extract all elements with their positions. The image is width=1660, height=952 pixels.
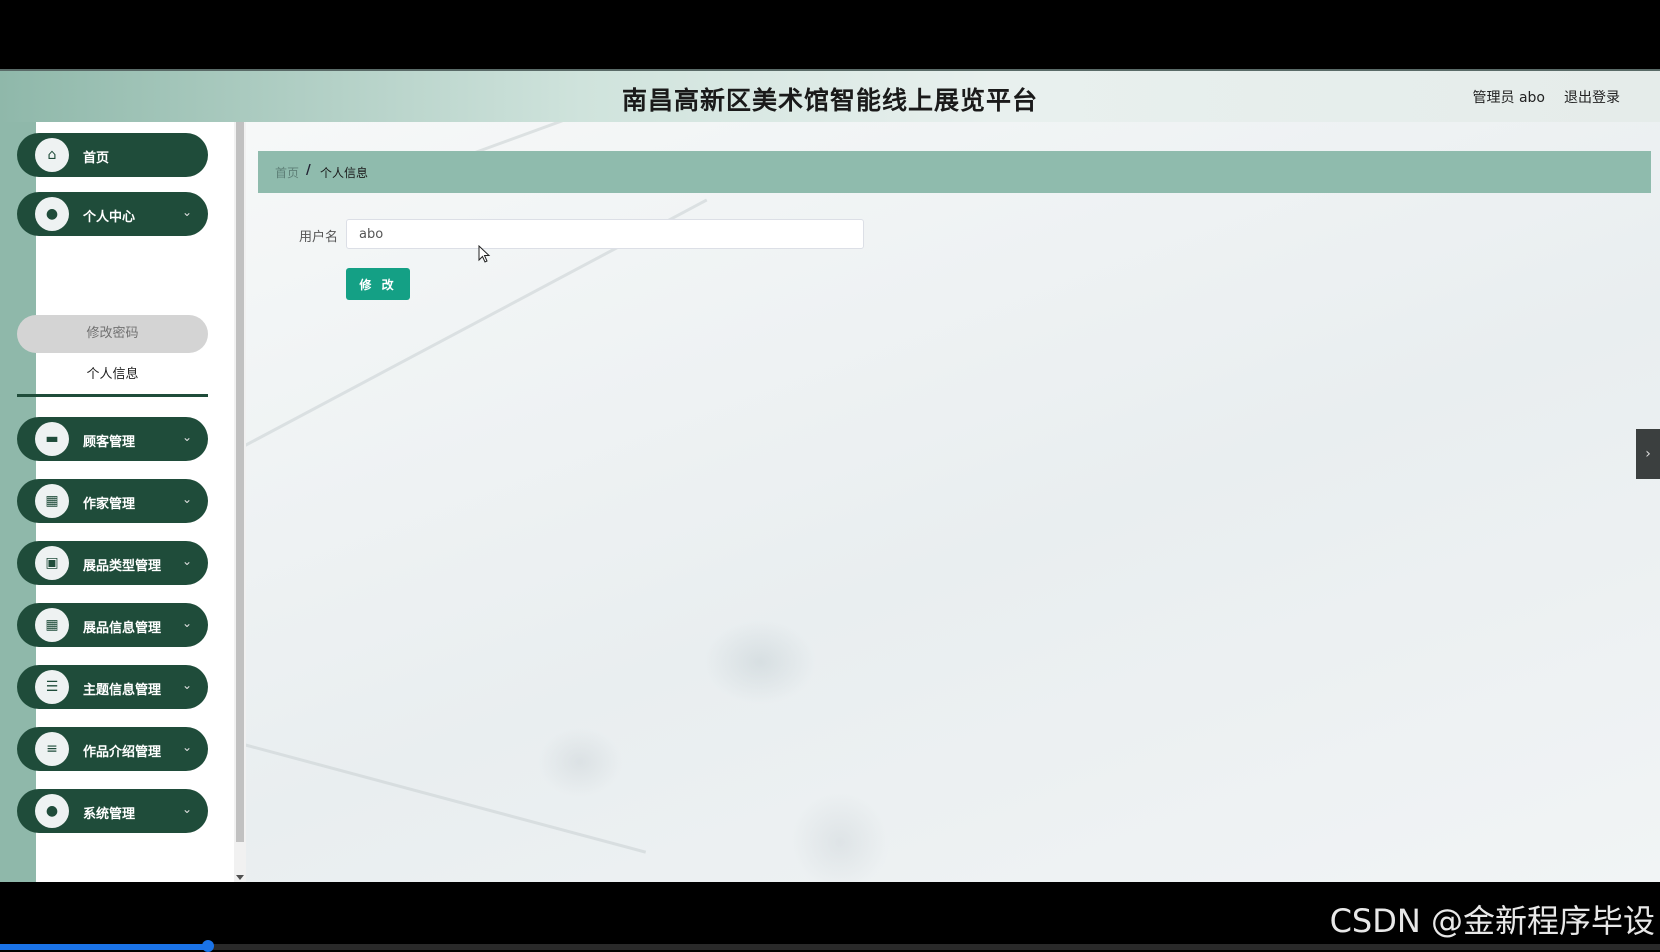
chevron-down-icon: ⌄: [181, 678, 192, 692]
breadcrumb-home[interactable]: 首页: [275, 164, 299, 181]
sidebar-item-label: 系统管理: [83, 807, 136, 822]
chevron-down-icon: ⌄: [181, 492, 192, 506]
video-progress-fill: [0, 944, 208, 950]
sidebar-scrollbar[interactable]: [234, 122, 246, 882]
user-icon: ●: [35, 197, 69, 231]
briefcase-icon: ▣: [35, 546, 69, 580]
breadcrumb: 首页 / 个人信息: [258, 151, 1651, 193]
modify-button[interactable]: 修 改: [346, 268, 410, 300]
chevron-down-icon: ⌄: [181, 554, 192, 568]
app-window: 南昌高新区美术馆智能线上展览平台 管理员 abo 退出登录 ⌂ 首页 ● 个人中…: [0, 69, 1660, 882]
sidebar-item-label: 顾客管理: [83, 435, 136, 450]
watermark: CSDN @金新程序毕设: [1329, 902, 1655, 940]
sidebar: ⌂ 首页 ● 个人中心 ⌄ 修改密码 个人信息 ▬ 顾客管理 ⌄ ▦ 作家管理 …: [17, 122, 234, 882]
submenu-personal-info[interactable]: 个人信息: [17, 356, 208, 397]
customer-icon: ▬: [35, 422, 69, 456]
username-label: 用户名: [299, 230, 339, 245]
grid-icon: ▦: [35, 484, 69, 518]
video-progress-bar[interactable]: [0, 940, 1660, 952]
sidebar-item-label: 展品类型管理: [83, 559, 162, 574]
sidebar-item-label: 主题信息管理: [83, 683, 162, 698]
home-icon: ⌂: [35, 138, 69, 172]
video-progress-knob[interactable]: [201, 940, 214, 952]
chevron-down-icon: ⌄: [181, 802, 192, 816]
chevron-down-icon: ⌄: [181, 740, 192, 754]
list-icon: ≡: [35, 732, 69, 766]
current-user: 管理员 abo: [1472, 90, 1545, 106]
username-input[interactable]: [346, 219, 864, 249]
sidebar-item-works[interactable]: ≡ 作品介绍管理 ⌄: [17, 727, 208, 771]
chevron-down-icon: ⌄: [181, 430, 192, 444]
chevron-down-icon: ⌄: [181, 616, 192, 630]
sidebar-item-personal-center[interactable]: ● 个人中心 ⌄: [17, 192, 208, 236]
user-icon: ●: [35, 794, 69, 828]
sidebar-item-system[interactable]: ● 系统管理 ⌄: [17, 789, 208, 833]
page-title: 南昌高新区美术馆智能线上展览平台: [621, 86, 1038, 115]
scroll-down-arrow-icon[interactable]: [236, 875, 244, 880]
sidebar-item-themes[interactable]: ☰ 主题信息管理 ⌄: [17, 665, 208, 709]
sidebar-item-label: 作家管理: [83, 497, 136, 512]
chevron-right-icon[interactable]: ›: [1636, 429, 1660, 479]
mouse-cursor-icon: [478, 245, 491, 263]
logout-link[interactable]: 退出登录: [1564, 87, 1620, 107]
sidebar-item-authors[interactable]: ▦ 作家管理 ⌄: [17, 479, 208, 523]
sidebar-item-exhibit-types[interactable]: ▣ 展品类型管理 ⌄: [17, 541, 208, 585]
sidebar-item-customers[interactable]: ▬ 顾客管理 ⌄: [17, 417, 208, 461]
grid-icon: ▦: [35, 608, 69, 642]
sidebar-item-label: 个人中心: [83, 210, 136, 225]
sidebar-item-label: 展品信息管理: [83, 621, 162, 636]
sidebar-item-home[interactable]: ⌂ 首页: [17, 133, 208, 177]
submenu-change-password[interactable]: 修改密码: [17, 315, 208, 353]
chevron-up-icon: ⌄: [181, 205, 192, 219]
sidebar-item-label: 作品介绍管理: [83, 745, 162, 760]
sidebar-item-exhibit-info[interactable]: ▦ 展品信息管理 ⌄: [17, 603, 208, 647]
breadcrumb-separator: /: [306, 163, 311, 178]
breadcrumb-current: 个人信息: [320, 166, 369, 180]
sliders-icon: ☰: [35, 670, 69, 704]
top-header: 南昌高新区美术馆智能线上展览平台 管理员 abo 退出登录: [0, 71, 1660, 122]
sidebar-item-label: 首页: [83, 151, 110, 166]
scrollbar-thumb[interactable]: [236, 122, 244, 842]
